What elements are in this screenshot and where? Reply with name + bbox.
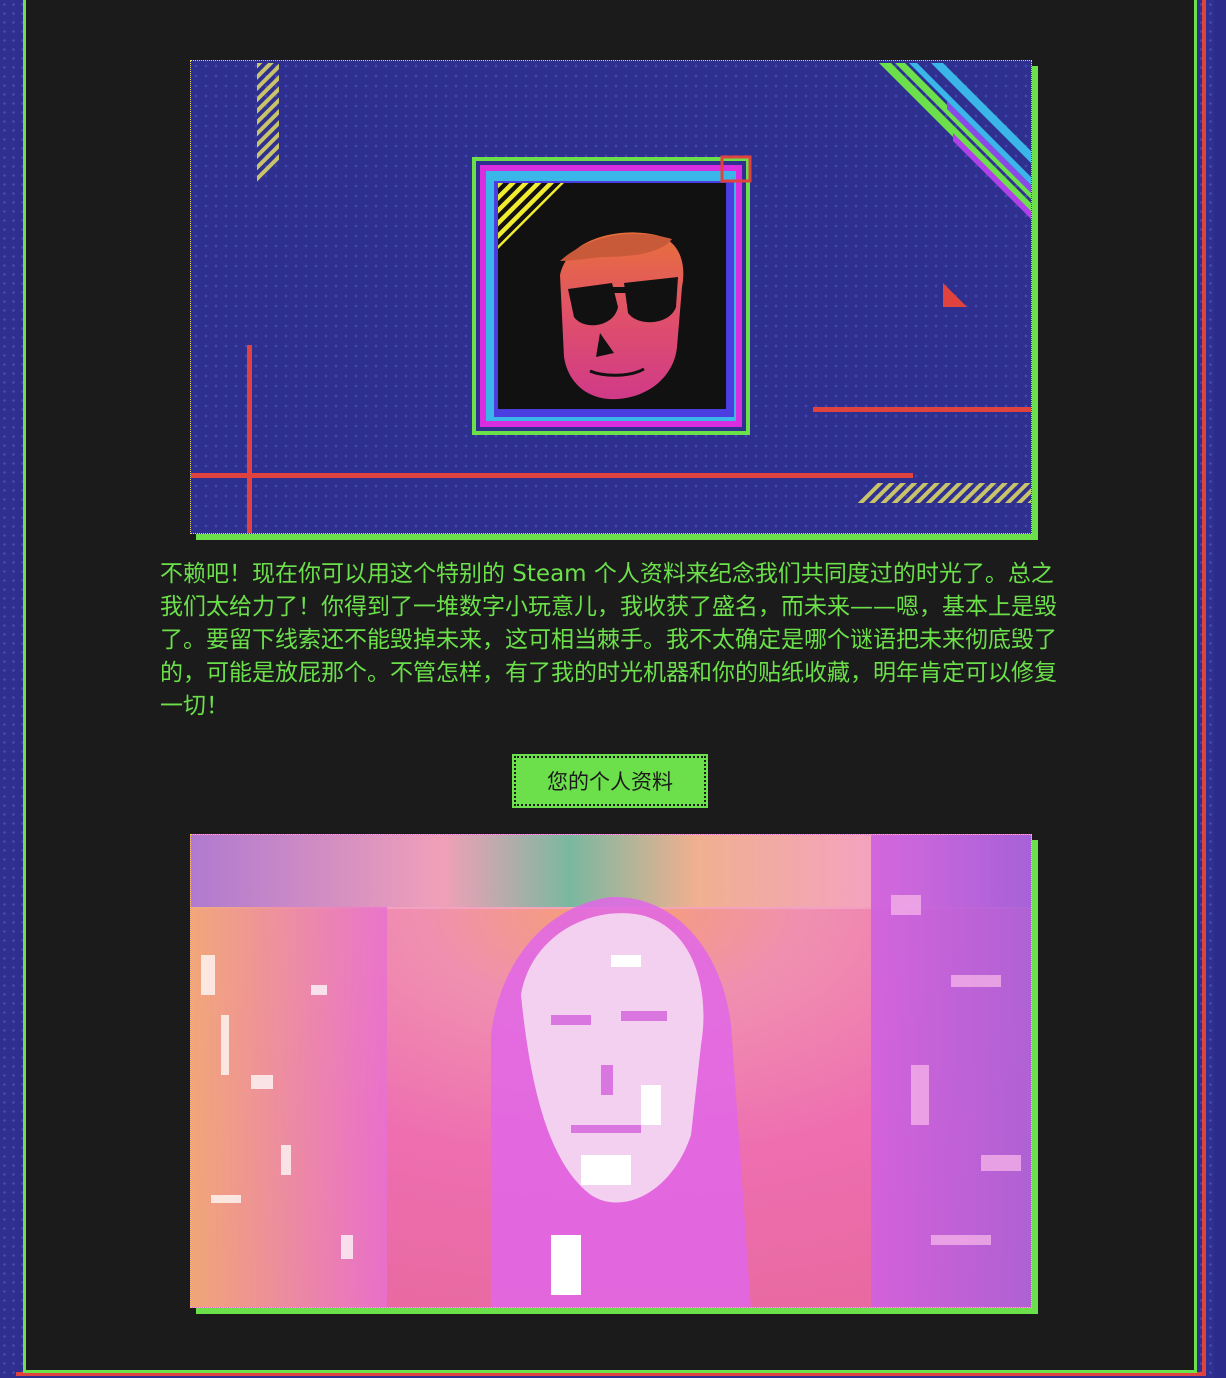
glitch-portrait-background xyxy=(190,834,1032,1308)
red-line-horizontal-right xyxy=(813,407,1031,412)
description-text: 不赖吧！现在你可以用这个特别的 Steam 个人资料来纪念我们共同度过的时光了。… xyxy=(160,561,1057,719)
rainbow-stripes-top-right xyxy=(879,63,1031,219)
red-triangle xyxy=(943,283,967,307)
avatar-frame xyxy=(472,155,752,435)
right-edge-strip xyxy=(1214,0,1226,1378)
hatched-bar-bottom-right xyxy=(857,483,1031,503)
avatar-face xyxy=(560,232,684,400)
glitch-left-column xyxy=(191,907,387,1307)
avatar-frame-illustration xyxy=(190,60,1032,534)
red-line-horizontal-bottom xyxy=(191,473,913,478)
hatched-bar-top-left xyxy=(257,63,279,183)
your-profile-button[interactable]: 您的个人资料 xyxy=(512,754,708,808)
glitch-artwork xyxy=(191,835,1031,1307)
red-line-vertical xyxy=(247,345,252,533)
hero-artwork xyxy=(191,63,1031,533)
